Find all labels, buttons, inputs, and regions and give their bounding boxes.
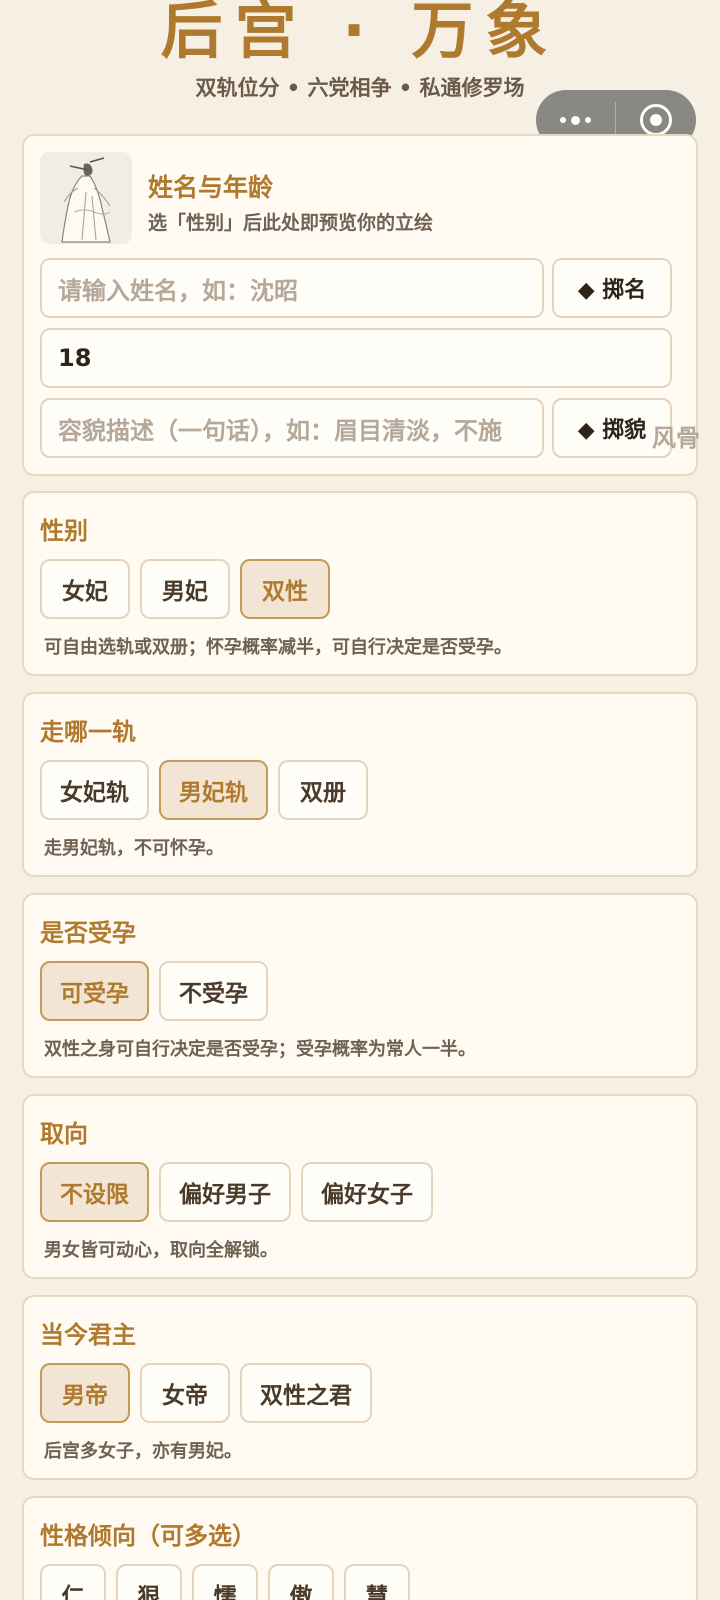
looks-input[interactable]: 容貌描述（一句话），如：眉目清淡，不施 [40,398,544,458]
gender-option-female-consort[interactable]: 女妃 [40,559,130,619]
app-title: 后宫 · 万象 [160,0,560,67]
orientation-title: 取向 [40,1120,88,1148]
looks-overflow-text: 风骨 [652,424,700,452]
personality-card: 性格倾向（可多选） 仁 狠 懦 傲 慧 [22,1496,698,1600]
track-card: 走哪一轨 女妃轨 男妃轨 双册 走男妃轨，不可怀孕。 [22,692,698,877]
portrait-hint: 选「性别」后此处即预览你的立绘 [148,212,434,234]
avatar-portrait [40,152,132,244]
gender-note: 可自由选轨或双册；怀孕概率减半，可自行决定是否受孕。 [44,637,512,658]
profile-title: 姓名与年龄 [148,173,274,202]
personality-options: 仁 狠 懦 傲 慧 [40,1564,410,1600]
orientation-options: 不设限 偏好男子 偏好女子 [40,1162,433,1222]
pregnancy-options: 可受孕 不受孕 [40,961,268,1021]
track-title: 走哪一轨 [40,718,136,746]
name-input[interactable]: 请输入姓名，如：沈昭 [40,258,544,318]
track-options: 女妃轨 男妃轨 双册 [40,760,368,820]
ruler-options: 男帝 女帝 双性之君 [40,1363,372,1423]
gender-title: 性别 [40,517,88,545]
profile-card: 姓名与年龄 选「性别」后此处即预览你的立绘 请输入姓名，如：沈昭 ◆ 掷名 18… [22,134,698,476]
gender-options: 女妃 男妃 双性 [40,559,330,619]
personality-option-wise[interactable]: 慧 [344,1564,410,1600]
pregnancy-card: 是否受孕 可受孕 不受孕 双性之身可自行决定是否受孕；受孕概率为常人一半。 [22,893,698,1078]
ruler-title: 当今君主 [40,1321,136,1349]
gender-option-intersex[interactable]: 双性 [240,559,330,619]
pregnancy-title: 是否受孕 [40,919,136,947]
track-option-dual[interactable]: 双册 [278,760,368,820]
random-looks-label: ◆ 掷貌 [577,418,647,443]
track-option-male[interactable]: 男妃轨 [159,760,268,820]
pregnancy-note: 双性之身可自行决定是否受孕；受孕概率为常人一半。 [44,1039,476,1060]
personality-option-ruthless[interactable]: 狠 [116,1564,182,1600]
personality-option-benevolent[interactable]: 仁 [40,1564,106,1600]
track-note: 走男妃轨，不可怀孕。 [44,838,224,859]
pregnancy-option-no[interactable]: 不受孕 [159,961,268,1021]
track-option-female[interactable]: 女妃轨 [40,760,149,820]
gender-option-male-consort[interactable]: 男妃 [140,559,230,619]
personality-option-proud[interactable]: 傲 [268,1564,334,1600]
ruler-option-empress[interactable]: 女帝 [140,1363,230,1423]
random-name-button[interactable]: ◆ 掷名 [552,258,672,318]
gender-card: 性别 女妃 男妃 双性 可自由选轨或双册；怀孕概率减半，可自行决定是否受孕。 [22,491,698,676]
orientation-option-any[interactable]: 不设限 [40,1162,149,1222]
personality-title: 性格倾向（可多选） [40,1522,256,1550]
orientation-option-women[interactable]: 偏好女子 [301,1162,433,1222]
age-input[interactable]: 18 [40,328,672,388]
ruler-note: 后宫多女子，亦有男妃。 [44,1441,242,1462]
page: 后宫 · 万象 双轨位分 • 六党相争 • 私通修罗场 姓名与年龄 选「性别」后… [0,0,720,1600]
pregnancy-option-yes[interactable]: 可受孕 [40,961,149,1021]
ruler-option-intersex-ruler[interactable]: 双性之君 [240,1363,372,1423]
random-name-label: ◆ 掷名 [577,278,647,303]
orientation-option-men[interactable]: 偏好男子 [159,1162,291,1222]
orientation-note: 男女皆可动心，取向全解锁。 [44,1240,278,1261]
ruler-card: 当今君主 男帝 女帝 双性之君 后宫多女子，亦有男妃。 [22,1295,698,1480]
personality-option-timid[interactable]: 懦 [192,1564,258,1600]
orientation-card: 取向 不设限 偏好男子 偏好女子 男女皆可动心，取向全解锁。 [22,1094,698,1279]
ruler-option-emperor[interactable]: 男帝 [40,1363,130,1423]
